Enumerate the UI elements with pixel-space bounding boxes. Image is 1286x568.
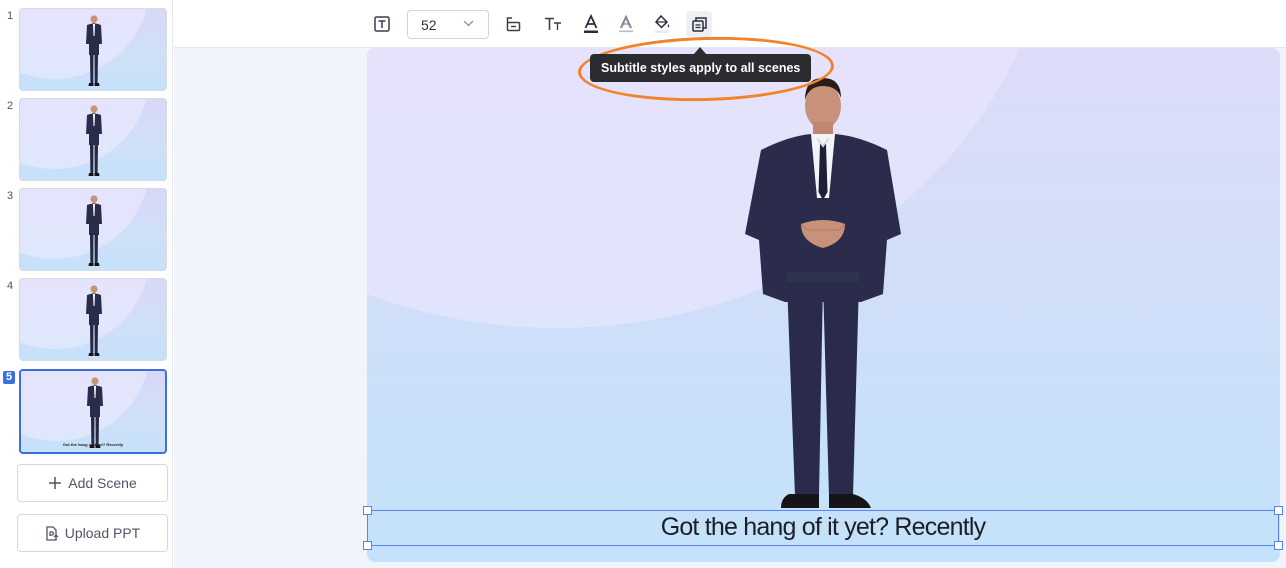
plus-icon [49,477,62,489]
thumbnail-subtitle: Got the hang of it yet? Recently [62,442,124,447]
resize-handle[interactable] [363,506,372,515]
resize-handle[interactable] [1274,506,1283,515]
text-box-icon[interactable] [369,11,395,37]
scene-thumbnail[interactable] [19,278,167,361]
text-size-icon[interactable] [540,11,566,37]
apply-all-tooltip: Subtitle styles apply to all scenes [590,54,812,82]
scene-item[interactable]: 2 [0,98,173,184]
scene-number: 3 [6,190,14,202]
scene-item[interactable]: 3 [0,188,173,274]
fill-color-icon[interactable] [649,11,675,37]
font-size-value: 52 [421,16,437,33]
avatar-thumbnail-icon [86,285,102,356]
upload-ppt-label: Upload PPT [64,525,141,541]
text-outline-icon[interactable] [613,11,639,37]
resize-handle[interactable] [363,541,372,550]
scene-number: 5 [3,371,15,384]
scene-number: 4 [6,280,14,292]
editor-main: 52 Subtitle styles apply to all scenes [174,0,1286,568]
scene-canvas[interactable] [367,48,1280,562]
subtitle-text-box[interactable]: Got the hang of it yet? Recently [363,506,1283,550]
upload-ppt-button[interactable]: Upload PPT [17,514,168,552]
font-size-select[interactable]: 52 [407,10,489,39]
scene-number: 2 [6,100,14,112]
text-position-icon[interactable] [500,11,526,37]
scene-item-active[interactable]: 5 Got the hang of it yet? Recently [0,369,173,455]
chevron-down-icon [463,20,474,27]
apply-all-icon[interactable] [686,11,712,37]
scene-item[interactable]: 1 [0,8,173,94]
subtitle-text[interactable]: Got the hang of it yet? Recently [368,513,1278,542]
avatar-thumbnail-icon [86,15,102,86]
avatar-thumbnail-icon [86,105,102,176]
resize-handle[interactable] [1274,541,1283,550]
scene-sidebar: 1 2 3 4 5 Got the hang of it yet? Recent… [0,0,173,568]
add-scene-button[interactable]: Add Scene [17,464,168,502]
scene-number: 1 [6,10,14,22]
scene-thumbnail[interactable] [19,98,167,181]
scene-thumbnail[interactable] [19,188,167,271]
add-scene-label: Add Scene [68,475,137,491]
upload-file-icon [46,525,59,541]
scene-thumbnail[interactable] [19,8,167,91]
avatar-thumbnail-icon [87,377,103,448]
font-color-icon[interactable] [578,11,604,37]
avatar-thumbnail-icon [86,195,102,266]
scene-item[interactable]: 4 [0,278,173,364]
avatar-presenter[interactable] [741,72,905,532]
scene-thumbnail[interactable]: Got the hang of it yet? Recently [19,369,167,454]
tooltip-arrow [694,47,706,54]
